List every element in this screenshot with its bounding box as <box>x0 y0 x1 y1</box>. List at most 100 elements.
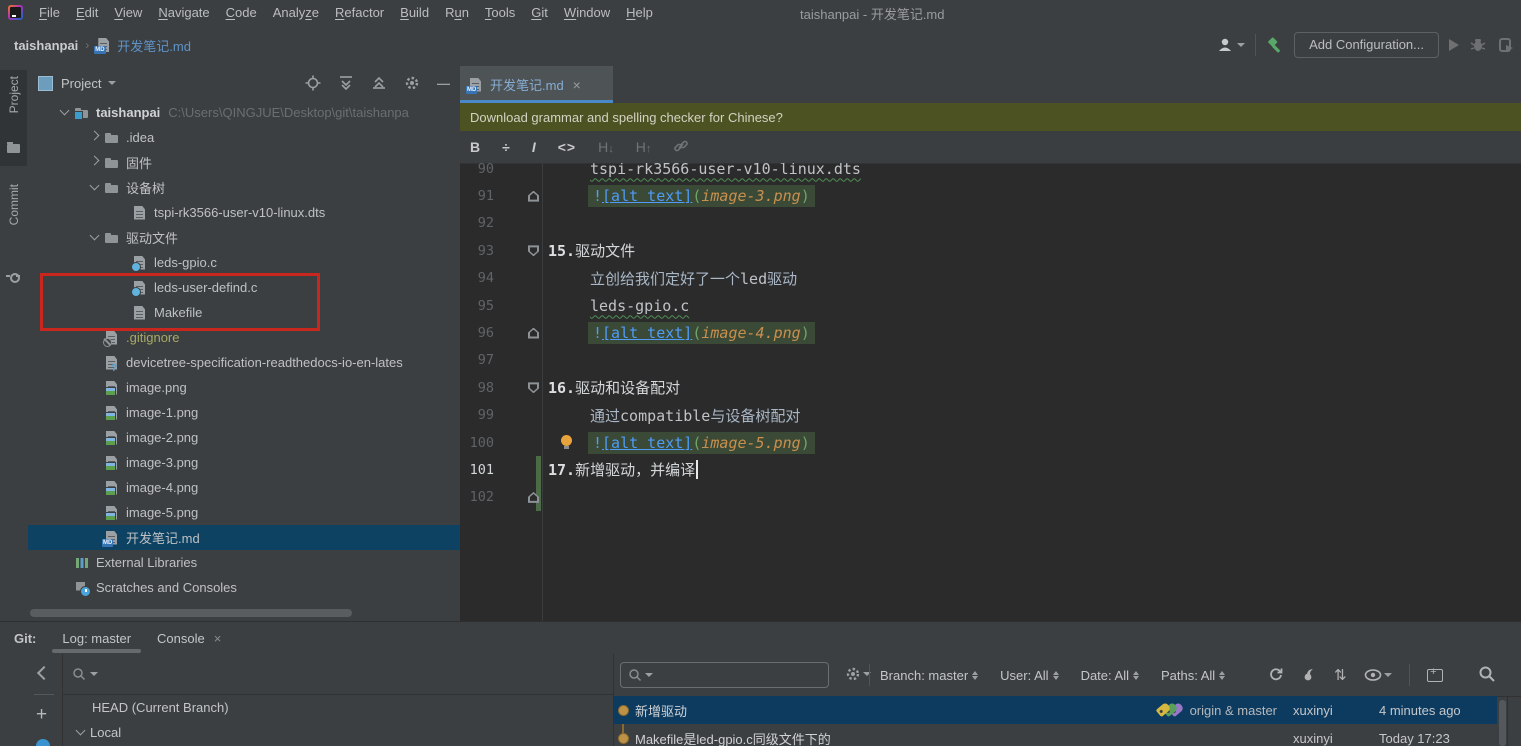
editor-line[interactable]: 9816.驱动和设备配对 <box>460 374 1521 401</box>
tree-item[interactable]: image-1.png <box>28 400 460 425</box>
editor-body[interactable]: 90tspi-rk3566-user-v10-linux.dts91![alt … <box>460 163 1521 622</box>
fold-marker-icon[interactable] <box>528 245 539 256</box>
editor-line[interactable]: 94立创给我们定好了一个led驱动 <box>460 265 1521 292</box>
tree-item[interactable]: ?devicetree-specification-readthedocs-io… <box>28 350 460 375</box>
search-commits-icon[interactable] <box>1478 665 1496 683</box>
tool-window-button-project[interactable]: Project <box>0 70 27 166</box>
tree-item[interactable]: image-3.png <box>28 450 460 475</box>
filter-paths[interactable]: Paths: All <box>1161 668 1225 683</box>
editor-line[interactable]: 95leds-gpio.c <box>460 292 1521 319</box>
tree-item[interactable]: .idea <box>28 125 460 150</box>
project-panel-title[interactable]: Project <box>61 76 101 91</box>
branch-search-row[interactable] <box>62 654 613 695</box>
horizontal-scrollbar[interactable] <box>30 609 352 617</box>
tree-item[interactable]: taishanpaiC:\Users\QINGJUE\Desktop\git\t… <box>28 100 460 125</box>
add-branch-icon[interactable]: + <box>36 704 47 726</box>
fold-marker-icon[interactable] <box>528 382 539 393</box>
tree-item[interactable]: External Libraries <box>28 550 460 575</box>
menu-edit[interactable]: Edit <box>68 2 106 23</box>
menu-build[interactable]: Build <box>392 2 437 23</box>
tool-window-button-commit[interactable]: Commit <box>0 184 27 294</box>
commit-search-input[interactable] <box>620 662 829 688</box>
fold-marker-icon[interactable] <box>528 492 539 503</box>
strikethrough-button[interactable]: ÷ <box>502 139 510 155</box>
menu-run[interactable]: Run <box>437 2 477 23</box>
editor-line[interactable]: 10117.新增驱动，并编译 <box>460 456 1521 483</box>
editor-line[interactable]: 90tspi-rk3566-user-v10-linux.dts <box>460 163 1521 182</box>
tree-item[interactable]: image-4.png <box>28 475 460 500</box>
code-span-button[interactable]: <> <box>558 139 576 155</box>
navigate-commits-icon[interactable]: ⇅ <box>1334 666 1347 684</box>
intention-bulb-icon[interactable] <box>560 435 573 448</box>
menu-file[interactable]: File <box>31 2 68 23</box>
refresh-icon[interactable] <box>1268 667 1284 683</box>
tab-console[interactable]: Console × <box>157 622 221 654</box>
menu-help[interactable]: Help <box>618 2 661 23</box>
settings-gear-icon[interactable] <box>404 75 420 91</box>
header-down-button[interactable]: H↓ <box>598 139 614 155</box>
editor-line[interactable]: 9315.驱动文件 <box>460 237 1521 264</box>
collapse-all-icon[interactable] <box>371 75 387 91</box>
tree-item[interactable]: leds-gpio.c <box>28 250 460 275</box>
bold-button[interactable]: B <box>470 139 480 155</box>
menu-git[interactable]: Git <box>523 2 556 23</box>
tree-item[interactable]: image-2.png <box>28 425 460 450</box>
tree-item[interactable]: tspi-rk3566-user-v10-linux.dts <box>28 200 460 225</box>
add-configuration-button[interactable]: Add Configuration... <box>1294 32 1439 58</box>
close-tab-icon[interactable]: × <box>214 631 222 646</box>
close-tab-icon[interactable]: × <box>573 77 581 93</box>
tree-item[interactable]: image.png <box>28 375 460 400</box>
editor-line[interactable]: 91![alt text](image-3.png) <box>460 182 1521 209</box>
run-button-disabled[interactable] <box>1449 39 1459 51</box>
debug-bug-icon[interactable] <box>1469 36 1487 54</box>
italic-button[interactable]: I <box>532 139 536 155</box>
menu-navigate[interactable]: Navigate <box>150 2 217 23</box>
header-up-button[interactable]: H↑ <box>636 139 652 155</box>
filter-branch[interactable]: Branch: master <box>880 668 978 683</box>
filter-user[interactable]: User: All <box>1000 668 1058 683</box>
build-hammer-icon[interactable] <box>1266 36 1284 54</box>
intellisort-icon[interactable] <box>1301 667 1317 683</box>
breadcrumb-project[interactable]: taishanpai <box>14 38 78 53</box>
link-button[interactable] <box>673 138 689 157</box>
branch-item-local[interactable]: Local <box>62 720 613 745</box>
new-log-tab-button[interactable] <box>1427 669 1443 682</box>
tree-item[interactable]: 设备树 <box>28 175 460 200</box>
editor-line[interactable]: 96![alt text](image-4.png) <box>460 319 1521 346</box>
menu-code[interactable]: Code <box>218 2 265 23</box>
editor-line[interactable]: 99通过compatible与设备树配对 <box>460 402 1521 429</box>
menu-refactor[interactable]: Refactor <box>327 2 392 23</box>
editor-line[interactable]: 92 <box>460 210 1521 237</box>
hide-panel-button[interactable]: — <box>437 76 450 91</box>
fold-marker-icon[interactable] <box>528 328 539 339</box>
vertical-scrollbar[interactable] <box>1499 700 1506 746</box>
log-settings-button[interactable] <box>845 666 871 682</box>
editor-tab[interactable]: MD 开发笔记.md × <box>460 66 613 103</box>
fold-marker-icon[interactable] <box>528 191 539 202</box>
editor-line[interactable]: 102 <box>460 484 1521 511</box>
tree-item[interactable]: image-5.png <box>28 500 460 525</box>
breadcrumb-file[interactable]: 开发笔记.md <box>117 36 191 55</box>
editor-line[interactable]: 100![alt text](image-5.png) <box>460 429 1521 456</box>
user-account-button[interactable] <box>1216 36 1245 54</box>
tree-item[interactable]: Scratches and Consoles <box>28 575 460 600</box>
menu-window[interactable]: Window <box>556 2 618 23</box>
notification-banner[interactable]: Download grammar and spelling checker fo… <box>460 103 1521 131</box>
branch-item-head[interactable]: HEAD (Current Branch) <box>62 695 613 720</box>
locate-file-icon[interactable] <box>305 75 321 91</box>
menu-view[interactable]: View <box>106 2 150 23</box>
profiler-icon[interactable] <box>1497 36 1515 54</box>
tab-log-master[interactable]: Log: master <box>62 622 131 654</box>
editor-line[interactable]: 97 <box>460 347 1521 374</box>
paint-icon[interactable] <box>36 739 50 746</box>
tree-item[interactable]: 驱动文件 <box>28 225 460 250</box>
tree-item[interactable]: MD开发笔记.md <box>28 525 460 550</box>
commit-row[interactable]: 新增驱动origin & masterxuxinyi4 minutes ago <box>613 696 1497 724</box>
chevron-down-icon[interactable] <box>108 81 116 85</box>
expand-all-icon[interactable] <box>338 75 354 91</box>
view-options-button[interactable] <box>1364 668 1392 682</box>
filter-date[interactable]: Date: All <box>1081 668 1139 683</box>
menu-analyze[interactable]: Analyze <box>265 2 327 23</box>
menu-tools[interactable]: Tools <box>477 2 523 23</box>
collapse-branches-icon[interactable] <box>37 666 51 680</box>
